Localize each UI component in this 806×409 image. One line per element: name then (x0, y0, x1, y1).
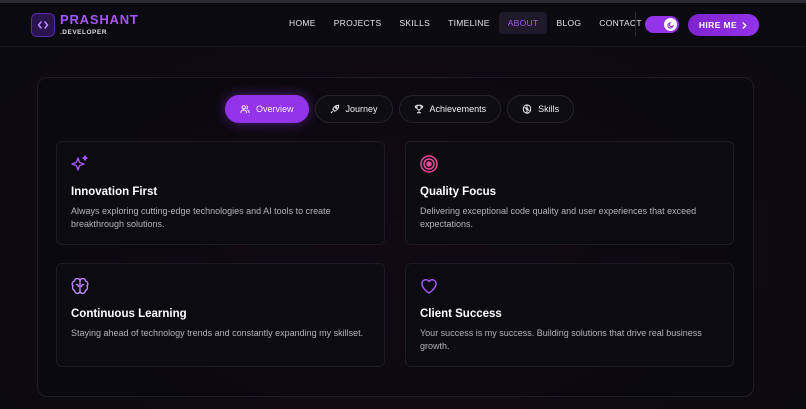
tab-label: Skills (538, 104, 560, 114)
tab-achievements[interactable]: Achievements (398, 95, 502, 123)
tab-journey[interactable]: Journey (314, 95, 393, 123)
about-tabs: Overview Journey Achievements Skills (225, 95, 575, 123)
card-description: Your success is my success. Building sol… (420, 328, 702, 351)
tab-overview[interactable]: Overview (225, 95, 309, 123)
nav-contact[interactable]: CONTACT (590, 12, 651, 34)
tab-skills[interactable]: Skills (507, 95, 575, 123)
theme-toggle[interactable] (645, 16, 679, 33)
heart-icon (421, 279, 437, 294)
card-description: Staying ahead of technology trends and c… (71, 328, 364, 338)
brand-subtitle: .DEVELOPER (60, 29, 107, 36)
card-title: Continuous Learning (71, 308, 187, 320)
card-description: Always exploring cutting-edge technologi… (71, 206, 331, 229)
brain-icon (522, 104, 532, 114)
card-continuous-learning: Continuous Learning Staying ahead of tec… (56, 263, 385, 367)
hire-me-label: HIRE ME (698, 20, 738, 30)
card-title: Innovation First (71, 186, 158, 198)
tab-label: Journey (345, 104, 378, 114)
sparkles-icon (71, 155, 88, 171)
logo[interactable] (31, 13, 55, 37)
card-quality-focus: Quality Focus Delivering exceptional cod… (405, 141, 734, 245)
card-innovation-first: Innovation First Always exploring cuttin… (56, 141, 385, 245)
main-nav: HOME PROJECTS SKILLS TIMELINE ABOUT BLOG… (280, 12, 651, 36)
nav-projects[interactable]: PROJECTS (325, 12, 391, 34)
nav-timeline[interactable]: TIMELINE (439, 12, 499, 34)
hire-me-button[interactable]: HIRE ME (688, 14, 759, 36)
target-icon (420, 155, 438, 173)
rocket-icon (330, 104, 339, 114)
card-client-success: Client Success Your success is my succes… (405, 263, 734, 367)
header-divider (635, 12, 636, 36)
users-icon (240, 105, 250, 114)
card-description: Delivering exceptional code quality and … (420, 206, 697, 229)
brain-icon (71, 277, 89, 295)
card-title: Client Success (420, 308, 502, 320)
nav-about[interactable]: ABOUT (498, 12, 548, 34)
tab-label: Achievements (429, 104, 487, 114)
site-header: PRASHANT .DEVELOPER HOME PROJECTS SKILLS… (0, 3, 806, 47)
nav-home[interactable]: HOME (280, 12, 325, 34)
chevron-right-icon (742, 21, 747, 29)
nav-skills[interactable]: SKILLS (390, 12, 439, 34)
code-icon (37, 21, 49, 29)
nav-blog[interactable]: BLOG (547, 12, 590, 34)
card-title: Quality Focus (420, 186, 497, 198)
tab-label: Overview (256, 104, 294, 114)
toggle-knob (664, 18, 677, 31)
moon-icon (666, 21, 674, 29)
brand-name[interactable]: PRASHANT (60, 12, 139, 27)
trophy-icon (414, 104, 423, 114)
